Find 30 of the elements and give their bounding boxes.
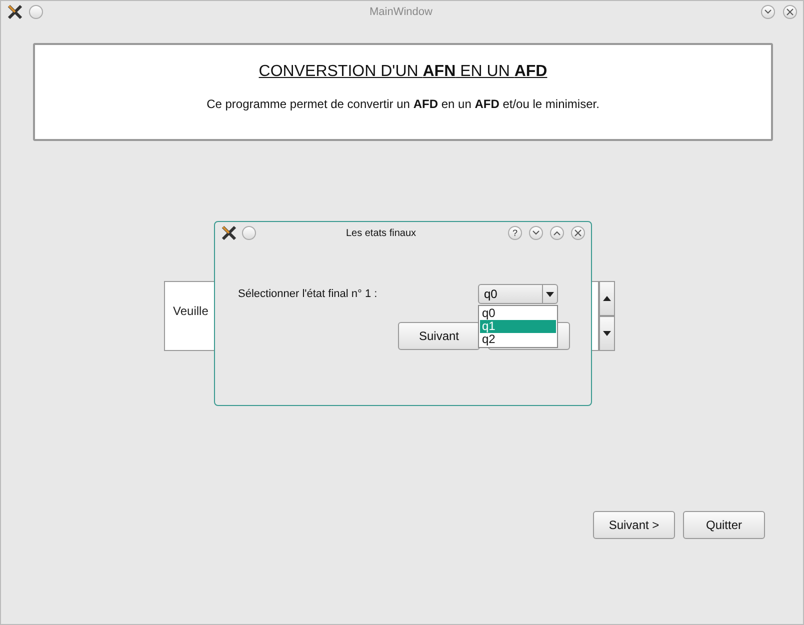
state-label: Sélectionner l'état final n° 1 : xyxy=(238,288,378,300)
app-icon xyxy=(7,4,23,20)
chevron-down-icon xyxy=(532,230,540,236)
next-button[interactable]: Suivant > xyxy=(593,511,675,539)
dialog-title: Les etats finaux xyxy=(344,228,418,238)
help-button[interactable]: ? xyxy=(508,226,522,240)
spin-up-button[interactable] xyxy=(599,281,615,316)
app-icon xyxy=(221,225,237,241)
window-title: MainWindow xyxy=(368,6,434,18)
next-button[interactable]: Suivant xyxy=(398,322,480,350)
quit-button[interactable]: Quitter xyxy=(683,511,765,539)
down-triangle-icon xyxy=(603,331,611,336)
spin-down-button[interactable] xyxy=(599,316,615,351)
header-title: CONVERSTION D'UN AFN EN UN AFD xyxy=(258,63,548,81)
maximize-button[interactable] xyxy=(550,226,564,240)
close-button[interactable] xyxy=(571,226,585,240)
close-icon xyxy=(574,229,582,237)
minimize-button[interactable] xyxy=(761,5,775,19)
state-combo-box[interactable]: q0 xyxy=(478,284,558,304)
caret-icon xyxy=(546,292,554,296)
minimize-button[interactable] xyxy=(529,226,543,240)
chevron-up-icon xyxy=(553,230,561,236)
panel-text: Veuille xyxy=(173,304,208,318)
chevron-down-icon xyxy=(764,9,772,15)
close-icon xyxy=(786,8,794,16)
dropdown-option[interactable]: q2 xyxy=(480,333,556,346)
up-triangle-icon xyxy=(603,296,611,301)
header-description: Ce programme permet de convertir un AFD en un AFD et/ou le minimiser. xyxy=(206,97,600,111)
close-button[interactable] xyxy=(783,5,797,19)
dropdown-option[interactable]: q0 xyxy=(480,307,556,320)
